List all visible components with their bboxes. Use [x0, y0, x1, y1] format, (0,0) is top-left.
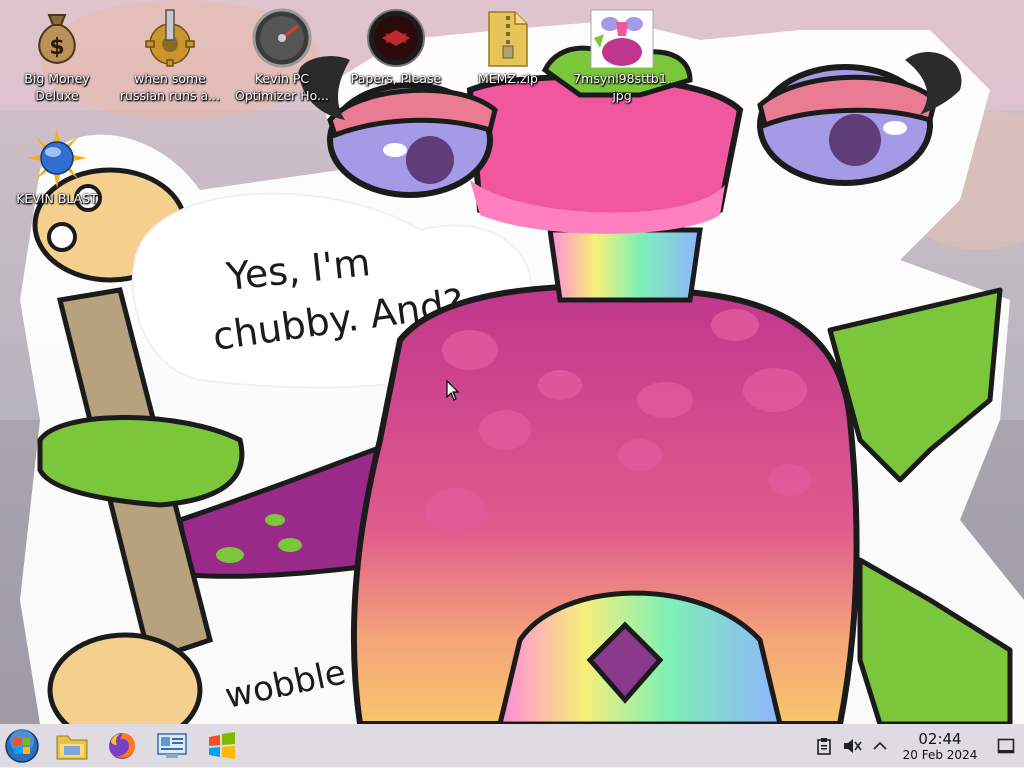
taskbar-clock[interactable]: 02:44 20 Feb 2024 — [900, 729, 980, 762]
taskbar-file-explorer[interactable] — [50, 724, 94, 768]
taskbar-windows-app[interactable] — [200, 724, 244, 768]
desktop-icon-kevin-blast[interactable]: KEVIN BLAST — [5, 126, 109, 207]
tray-overflow-button[interactable] — [866, 724, 894, 768]
icon-label-line1: Kevin PC — [254, 71, 310, 86]
desktop-icon-papers-please[interactable]: Papers, Please — [344, 6, 448, 87]
svg-text:$: $ — [49, 35, 64, 60]
desktop-icon-russian-runs[interactable]: when some russian runs a... — [118, 6, 222, 104]
wallpaper-art: Yes, I'm chubby. And? wobble — [0, 0, 1024, 724]
show-desktop-button[interactable] — [988, 724, 1024, 768]
start-button[interactable] — [0, 724, 44, 768]
tray-volume[interactable] — [838, 724, 866, 768]
start-orb-icon — [5, 729, 39, 763]
icon-label-line1: 7msynl98sttb1. — [573, 71, 671, 86]
icon-label-line2: Deluxe — [35, 88, 79, 103]
file-explorer-icon — [56, 735, 88, 760]
taskbar: 02:44 20 Feb 2024 — [0, 724, 1024, 768]
chevron-up-icon — [873, 741, 887, 750]
desktop-icon-image-jpg[interactable]: 7msynl98sttb1. jpg — [570, 6, 674, 104]
icon-label-line1: MEMZ.zip — [478, 71, 538, 86]
clipboard-icon — [817, 738, 831, 755]
desktop-icon-big-money-deluxe[interactable]: $ Big Money Deluxe — [5, 6, 109, 104]
icon-label-line1: Big Money — [24, 71, 90, 86]
show-desktop-icon — [997, 738, 1015, 754]
image-thumbnail-icon — [590, 6, 654, 70]
icon-label-line1: Papers, Please — [350, 71, 442, 86]
desktop-icon-memz-zip[interactable]: MEMZ.zip — [456, 6, 560, 87]
icon-label-line1: KEVIN BLAST — [16, 191, 98, 206]
clock-date: 20 Feb 2024 — [902, 747, 978, 762]
clock-time: 02:44 — [918, 729, 962, 748]
gear-icon — [138, 6, 202, 70]
icon-label-line2: jpg — [612, 88, 632, 103]
icon-label-line1: when some — [134, 71, 206, 86]
volume-muted-icon — [844, 739, 862, 753]
control-panel-icon — [157, 733, 187, 758]
icon-label-line2: russian runs a... — [119, 88, 221, 103]
taskbar-firefox[interactable] — [100, 724, 144, 768]
speedometer-icon — [250, 6, 314, 70]
globe-burst-icon — [25, 126, 89, 190]
tray-clipboard[interactable] — [810, 724, 838, 768]
desktop-icon-kevin-pc-optimizer[interactable]: Kevin PC Optimizer Ho... — [230, 6, 334, 104]
icon-label-line2: Optimizer Ho... — [235, 88, 329, 103]
mouse-cursor — [446, 379, 460, 406]
papers-please-icon — [364, 6, 428, 70]
zip-folder-icon — [476, 6, 540, 70]
taskbar-control-panel[interactable] — [150, 724, 194, 768]
windows-flag-icon — [209, 732, 235, 759]
desktop-wallpaper: Yes, I'm chubby. And? wobble — [0, 0, 1024, 724]
firefox-icon — [109, 733, 136, 759]
system-tray: 02:44 20 Feb 2024 — [810, 724, 1024, 768]
money-bag-icon: $ — [25, 6, 89, 70]
